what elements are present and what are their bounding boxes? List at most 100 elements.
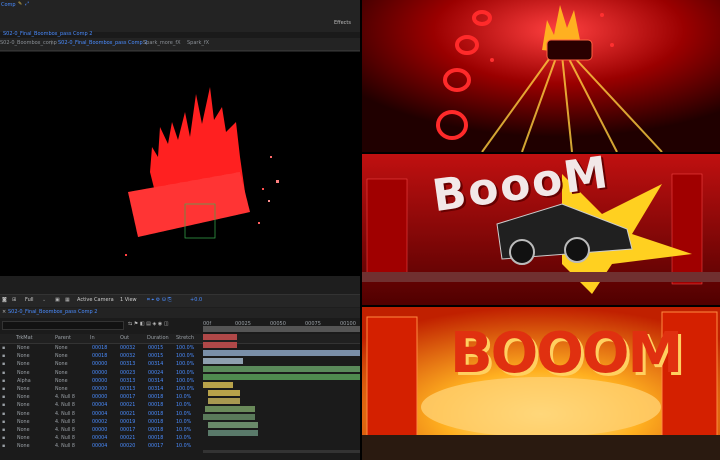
visibility-icon[interactable]: ▪ <box>2 402 5 410</box>
grid-icon[interactable]: ⊞ <box>12 297 16 304</box>
visibility-icon[interactable]: ▪ <box>2 427 5 435</box>
region-icon[interactable]: ▣ <box>55 297 60 304</box>
timeline-switch-icons[interactable]: ⇆ ⚑ ◧ ▤ ◈ ◉ ◫ <box>128 321 169 328</box>
timeline-comp-tab[interactable]: S02-0_Final_Boombox_pass Comp 2 <box>8 309 97 316</box>
layer-parent[interactable]: None <box>55 378 68 386</box>
layer-trkmat[interactable]: None <box>17 427 30 435</box>
layer-parent[interactable]: 4. Null 8 <box>55 419 75 427</box>
table-row[interactable]: ▪ None 4. Null 8 00004 00021 00018 10.0% <box>0 402 200 410</box>
table-row[interactable]: ▪ None 4. Null 8 00004 00020 00017 10.0% <box>0 443 200 451</box>
transparency-icon[interactable]: ▦ <box>65 297 70 304</box>
visibility-icon[interactable]: ▪ <box>2 345 5 353</box>
table-row[interactable]: ▪ None 4. Null 8 00000 00017 00018 10.0% <box>0 427 200 435</box>
table-row[interactable]: ▪ None None 00000 00313 00314 100.0% <box>0 361 200 369</box>
table-row[interactable]: ▪ None None 00000 00023 00024 100.0% <box>0 370 200 378</box>
layer-bar[interactable] <box>208 398 240 404</box>
layer-bar[interactable] <box>203 382 233 388</box>
brush-icon[interactable]: ✎ <box>18 1 22 8</box>
layer-parent[interactable]: 4. Null 8 <box>55 427 75 435</box>
tab-final-boombox[interactable]: S02-0_Final_Boombox_pass Comp 2 <box>58 40 147 46</box>
col-out[interactable]: Out <box>120 335 129 342</box>
layer-bar[interactable] <box>203 334 237 340</box>
layer-trkmat[interactable]: None <box>17 361 30 369</box>
layer-trkmat[interactable]: None <box>17 443 30 451</box>
table-row[interactable]: ▪ None 4. Null 8 00000 00017 00018 10.0% <box>0 394 200 402</box>
close-icon[interactable]: × <box>2 309 6 316</box>
view-layout-select[interactable]: 1 View <box>120 297 137 304</box>
visibility-icon[interactable]: ▪ <box>2 370 5 378</box>
layer-bar[interactable] <box>203 350 360 356</box>
visibility-icon[interactable]: ▪ <box>2 378 5 386</box>
tab-spark-more[interactable]: Spark_more_fX <box>143 40 181 46</box>
layer-bar[interactable] <box>203 366 360 372</box>
layer-in: 00000 <box>92 362 108 368</box>
table-row[interactable]: ▪ None 4. Null 8 00002 00019 00018 10.0% <box>0 419 200 427</box>
table-row[interactable]: ▪ None None 00018 00032 00015 100.0% <box>0 353 200 361</box>
visibility-icon[interactable]: ▪ <box>2 353 5 361</box>
visibility-icon[interactable]: ▪ <box>2 411 5 419</box>
layer-parent[interactable]: 4. Null 8 <box>55 435 75 443</box>
boom-title: BOOOM <box>450 321 683 386</box>
expand-icon[interactable]: ⤢ <box>25 1 29 8</box>
effects-tab[interactable]: Effects <box>334 20 351 27</box>
layer-bar[interactable] <box>203 358 243 364</box>
layer-parent[interactable]: 4. Null 8 <box>55 402 75 410</box>
layer-bar[interactable] <box>208 422 258 428</box>
tab-boombox-comp[interactable]: S02-0_Boombox_comp <box>0 40 57 46</box>
layer-trkmat[interactable]: None <box>17 370 30 378</box>
exposure-value[interactable]: +0.0 <box>190 297 202 304</box>
layer-trkmat[interactable]: None <box>17 419 30 427</box>
composition-viewer[interactable] <box>0 52 360 276</box>
layer-parent[interactable]: 4. Null 8 <box>55 443 75 451</box>
visibility-icon[interactable]: ▪ <box>2 435 5 443</box>
layer-parent[interactable]: None <box>55 361 68 369</box>
layer-parent[interactable]: 4. Null 8 <box>55 394 75 402</box>
layer-bar[interactable] <box>203 414 255 420</box>
layer-bar[interactable] <box>203 342 237 348</box>
resolution-select[interactable]: Full <box>25 297 34 304</box>
layer-bar[interactable] <box>208 430 258 436</box>
layer-stretch: 100.0% <box>176 346 195 351</box>
timeline-search-input[interactable] <box>2 321 124 330</box>
workspace-label[interactable]: Comp <box>1 2 16 9</box>
table-row[interactable]: ▪ None None 00018 00032 00015 100.0% <box>0 345 200 353</box>
layer-parent[interactable]: None <box>55 345 68 353</box>
layer-trkmat[interactable]: None <box>17 353 30 361</box>
visibility-icon[interactable]: ▪ <box>2 394 5 402</box>
table-row[interactable]: ▪ None 4. Null 8 00004 00021 00018 10.0% <box>0 411 200 419</box>
table-row[interactable]: ▪ Alpha None 00000 00313 00314 100.0% <box>0 378 200 386</box>
visibility-icon[interactable]: ▪ <box>2 361 5 369</box>
layer-trkmat[interactable]: None <box>17 345 30 353</box>
layer-trkmat[interactable]: None <box>17 402 30 410</box>
layer-parent[interactable]: 4. Null 8 <box>55 411 75 419</box>
layer-trkmat[interactable]: Alpha <box>17 378 31 386</box>
layer-parent[interactable]: None <box>55 386 68 394</box>
camera-select[interactable]: Active Camera <box>77 297 114 304</box>
timeline-zoom-slider[interactable] <box>203 450 360 453</box>
layer-trkmat[interactable]: None <box>17 386 30 394</box>
layer-bar[interactable] <box>205 406 255 412</box>
camera-icon[interactable]: ◙ <box>2 297 7 304</box>
layer-trkmat[interactable]: None <box>17 394 30 402</box>
layer-parent[interactable]: None <box>55 353 68 361</box>
layer-trkmat[interactable]: None <box>17 435 30 443</box>
visibility-icon[interactable]: ▪ <box>2 443 5 451</box>
layer-trkmat[interactable]: None <box>17 411 30 419</box>
project-tab[interactable]: S02-0_Final_Boombox_pass Comp 2 <box>3 31 92 38</box>
col-in[interactable]: In <box>90 335 95 342</box>
visibility-icon[interactable]: ▪ <box>2 419 5 427</box>
layer-bar[interactable] <box>203 374 360 380</box>
col-parent[interactable]: Parent <box>55 335 71 342</box>
col-trkmat[interactable]: TrkMat <box>16 335 33 342</box>
work-area-bar[interactable] <box>203 326 360 332</box>
col-stretch[interactable]: Stretch <box>176 335 194 342</box>
render-icons[interactable]: ⌗ ⌖ ⚙ ⛁ ⎘ <box>147 297 172 304</box>
tab-spark[interactable]: Spark_fX <box>187 40 209 46</box>
layer-parent[interactable]: None <box>55 370 68 378</box>
layer-bars <box>203 326 360 460</box>
table-row[interactable]: ▪ None 4. Null 8 00004 00021 00018 10.0% <box>0 435 200 443</box>
layer-bar[interactable] <box>208 390 240 396</box>
col-duration[interactable]: Duration <box>147 335 169 342</box>
visibility-icon[interactable]: ▪ <box>2 386 5 394</box>
table-row[interactable]: ▪ None None 00000 00313 00314 100.0% <box>0 386 200 394</box>
